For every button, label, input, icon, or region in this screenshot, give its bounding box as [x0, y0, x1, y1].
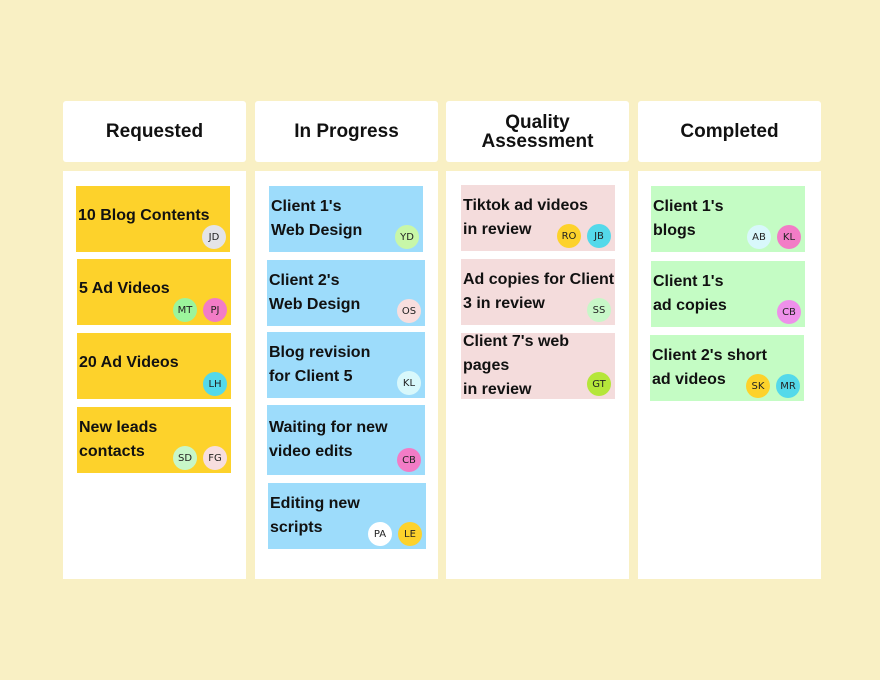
- task-card[interactable]: Editing new scripts PA LE: [268, 483, 426, 549]
- task-card[interactable]: Blog revision for Client 5 KL: [267, 332, 425, 398]
- task-title: 10 Blog Contents: [78, 207, 210, 225]
- avatar[interactable]: LE: [398, 522, 422, 546]
- task-card[interactable]: 5 Ad Videos MT PJ: [77, 259, 231, 325]
- task-title: Waiting for new video edits: [269, 419, 388, 460]
- assignee-list: AB KL: [747, 225, 801, 249]
- assignee-list: OS: [397, 299, 421, 323]
- task-card[interactable]: Client 7's web pages in review GT: [461, 333, 615, 399]
- avatar[interactable]: JD: [202, 225, 226, 249]
- task-card[interactable]: Tiktok ad videos in review RO JB: [461, 185, 615, 251]
- avatar[interactable]: KL: [777, 225, 801, 249]
- avatar[interactable]: CB: [397, 448, 421, 472]
- task-title: 20 Ad Videos: [79, 354, 179, 372]
- avatar[interactable]: GT: [587, 372, 611, 396]
- task-card[interactable]: 10 Blog Contents JD: [76, 186, 230, 252]
- avatar[interactable]: SK: [746, 374, 770, 398]
- task-card[interactable]: Ad copies for Client 3 in review SS: [461, 259, 615, 325]
- task-title: Client 1's Web Design: [271, 198, 363, 239]
- column-title: Quality Assessment: [481, 111, 594, 152]
- assignee-list: YD: [395, 225, 419, 249]
- column-title: Requested: [105, 121, 204, 142]
- avatar[interactable]: CB: [777, 300, 801, 324]
- task-card[interactable]: Client 2's short ad videos SK MR: [650, 335, 804, 401]
- assignee-list: CB: [777, 300, 801, 324]
- column-header-requested: Requested: [63, 101, 246, 162]
- column-title: Completed: [680, 121, 779, 142]
- avatar[interactable]: PA: [368, 522, 392, 546]
- avatar[interactable]: OS: [397, 299, 421, 323]
- task-card[interactable]: Client 1's ad copies CB: [651, 261, 805, 327]
- task-title: Client 2's Web Design: [269, 272, 361, 313]
- task-title: 5 Ad Videos: [79, 280, 170, 298]
- task-card[interactable]: Client 1's blogs AB KL: [651, 186, 805, 252]
- task-card[interactable]: New leads contacts SD FG: [77, 407, 231, 473]
- task-card[interactable]: Client 1's Web Design YD: [269, 186, 423, 252]
- avatar[interactable]: SS: [587, 298, 611, 322]
- avatar[interactable]: FG: [203, 446, 227, 470]
- avatar[interactable]: AB: [747, 225, 771, 249]
- assignee-list: RO JB: [557, 224, 611, 248]
- assignee-list: LH: [203, 372, 227, 396]
- assignee-list: SD FG: [173, 446, 227, 470]
- assignee-list: SS: [587, 298, 611, 322]
- assignee-list: SK MR: [746, 374, 800, 398]
- column-header-quality-assessment: Quality Assessment: [446, 101, 629, 162]
- avatar[interactable]: MT: [173, 298, 197, 322]
- task-title: Client 1's ad copies: [653, 273, 727, 314]
- assignee-list: PA LE: [368, 522, 422, 546]
- avatar[interactable]: JB: [587, 224, 611, 248]
- assignee-list: CB: [397, 448, 421, 472]
- avatar[interactable]: MR: [776, 374, 800, 398]
- task-title: Editing new scripts: [270, 495, 360, 536]
- avatar[interactable]: KL: [397, 371, 421, 395]
- assignee-list: GT: [587, 372, 611, 396]
- task-title: Blog revision for Client 5: [269, 344, 371, 385]
- avatar[interactable]: YD: [395, 225, 419, 249]
- column-title: In Progress: [294, 121, 399, 142]
- avatar[interactable]: SD: [173, 446, 197, 470]
- task-title: New leads contacts: [79, 419, 158, 460]
- column-header-in-progress: In Progress: [255, 101, 438, 162]
- assignee-list: KL: [397, 371, 421, 395]
- task-title: Client 1's blogs: [653, 198, 724, 239]
- assignee-list: JD: [202, 225, 226, 249]
- task-card[interactable]: Client 2's Web Design OS: [267, 260, 425, 326]
- column-header-completed: Completed: [638, 101, 821, 162]
- avatar[interactable]: RO: [557, 224, 581, 248]
- task-card[interactable]: Waiting for new video edits CB: [267, 405, 425, 475]
- avatar[interactable]: PJ: [203, 298, 227, 322]
- assignee-list: MT PJ: [173, 298, 227, 322]
- task-card[interactable]: 20 Ad Videos LH: [77, 333, 231, 399]
- avatar[interactable]: LH: [203, 372, 227, 396]
